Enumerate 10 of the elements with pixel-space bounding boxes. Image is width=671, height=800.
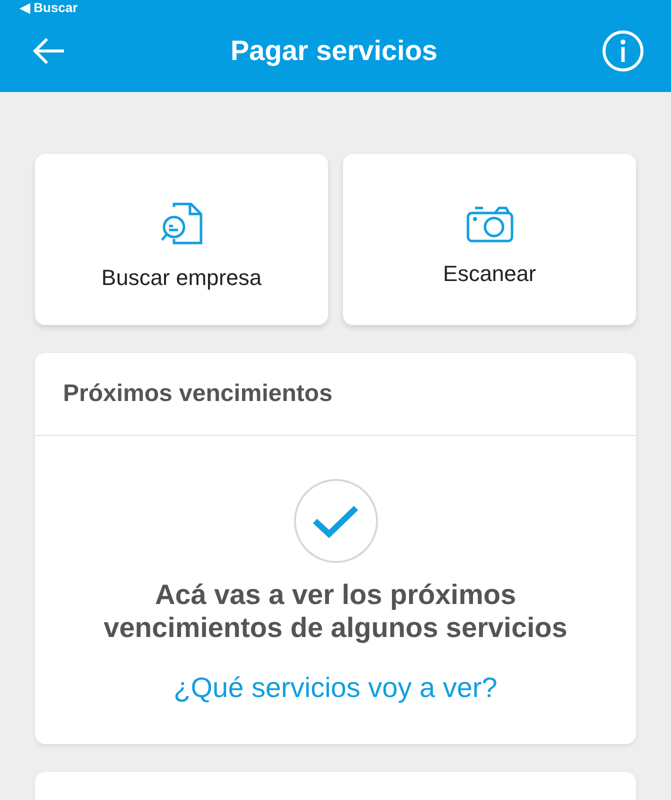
back-arrow-icon[interactable] xyxy=(32,36,66,66)
check-icon xyxy=(292,478,378,564)
document-search-icon xyxy=(160,200,204,246)
card-title: Próximos vencimientos xyxy=(35,353,636,436)
action-card[interactable]: Buscar empresa xyxy=(35,154,328,325)
camera-icon xyxy=(466,204,514,242)
page-title: Pagar servicios xyxy=(230,34,438,66)
empty-message: Acá vas a ver los próximos vencimientos de algunos servicios xyxy=(102,578,568,644)
action-card[interactable]: Escanear xyxy=(343,154,636,325)
info-icon[interactable] xyxy=(602,30,644,72)
